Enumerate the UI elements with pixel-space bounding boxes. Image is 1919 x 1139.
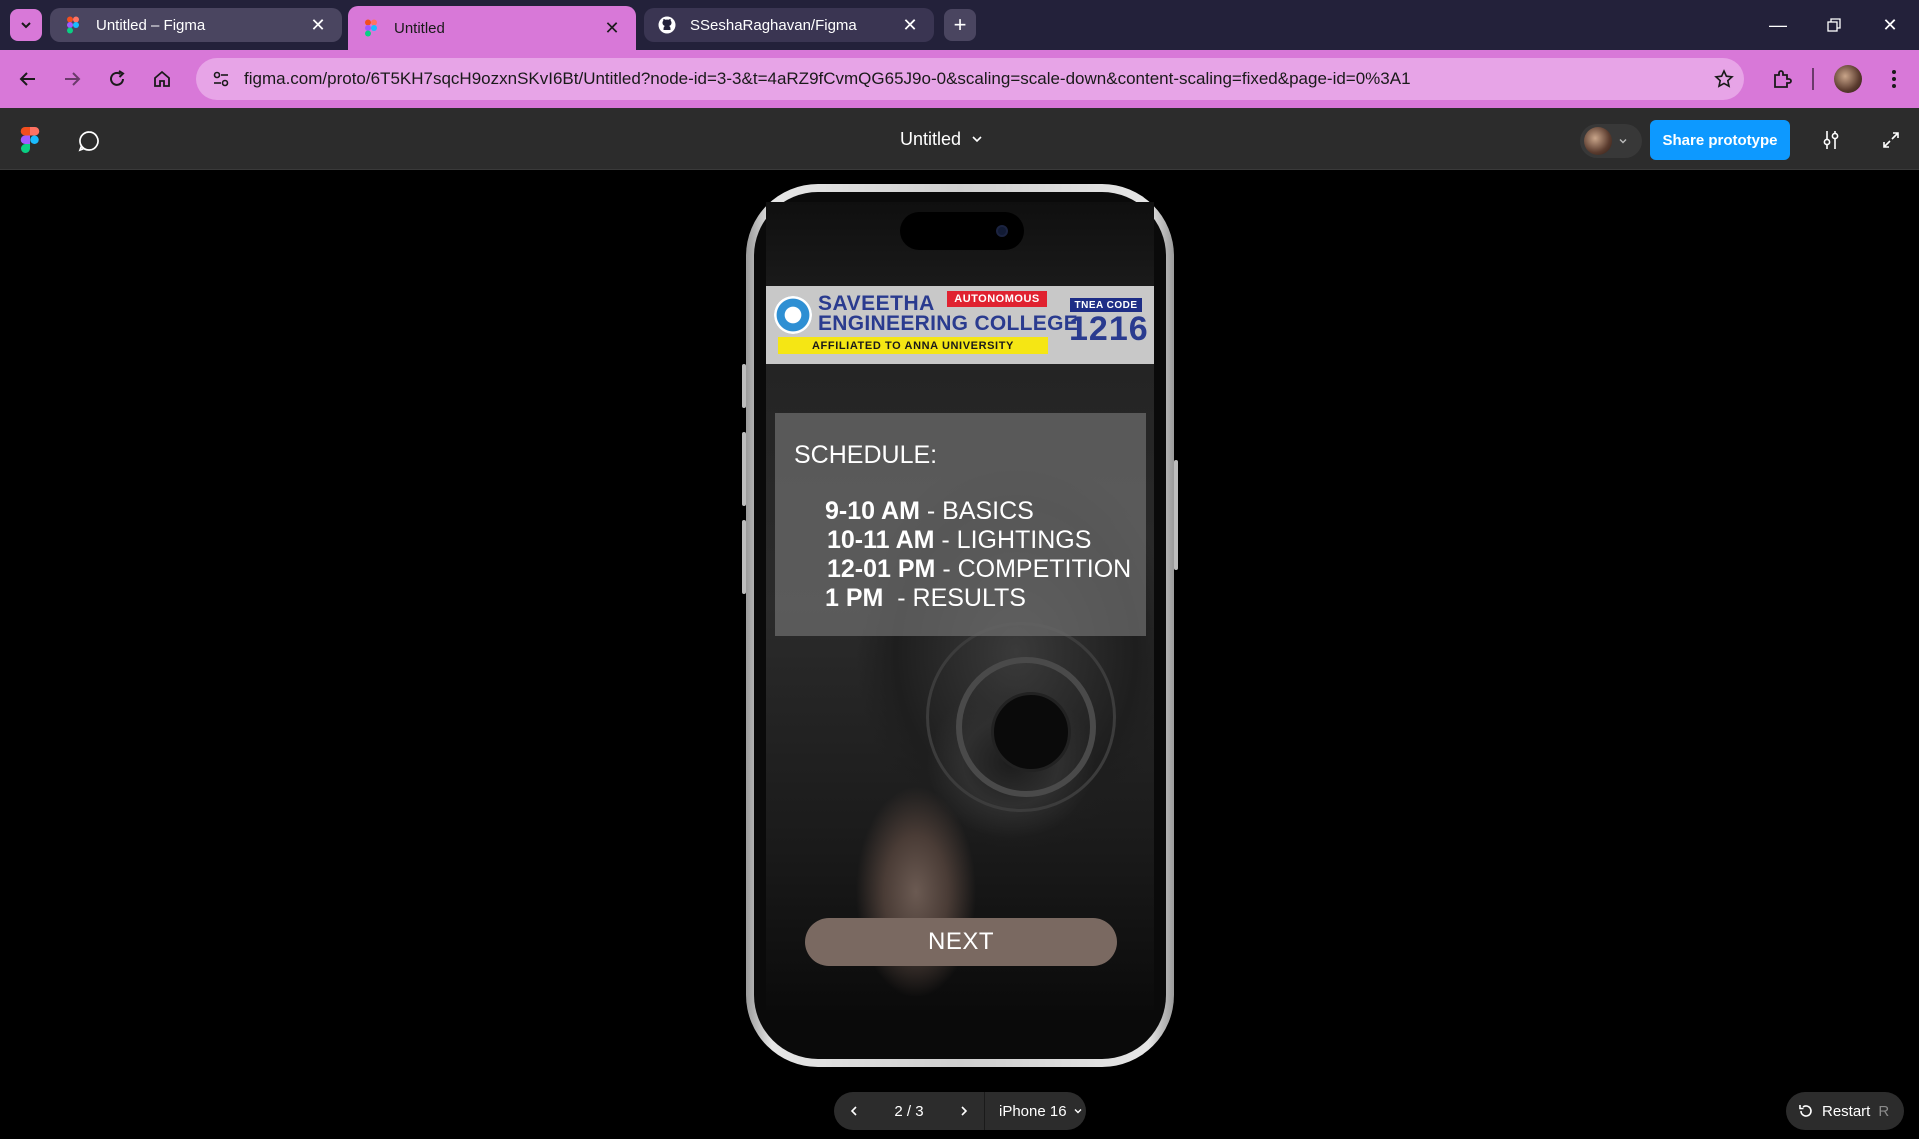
schedule-item: 1 PM - RESULTS — [825, 584, 1026, 613]
user-avatar — [1584, 127, 1612, 155]
user-menu[interactable] — [1580, 124, 1642, 158]
restart-label: Restart — [1822, 1102, 1871, 1120]
browser-menu-button[interactable] — [1878, 63, 1910, 95]
back-button[interactable] — [12, 63, 44, 95]
new-tab-button[interactable]: + — [944, 9, 976, 41]
schedule-activity: - LIGHTINGS — [934, 526, 1092, 554]
schedule-panel: SCHEDULE: 9-10 AM - BASICS 10-11 AM - LI… — [775, 413, 1146, 636]
phone-action-button — [742, 364, 746, 408]
address-bar[interactable]: figma.com/proto/6T5KH7sqcH9ozxnSKvI6Bt/U… — [196, 58, 1744, 100]
expand-icon — [1883, 132, 1899, 148]
college-banner: SAVEETHA AUTONOMOUS ENGINEERING COLLEGE … — [766, 286, 1154, 364]
restart-icon — [1799, 1105, 1812, 1117]
figma-logo-icon[interactable] — [20, 127, 40, 153]
share-prototype-button[interactable]: Share prototype — [1650, 120, 1790, 160]
comment-icon — [78, 131, 99, 152]
browser-tab-github[interactable]: SSeshaRaghavan/Figma ✕ — [644, 8, 934, 42]
schedule-activity: - COMPETITION — [935, 555, 1132, 583]
comment-button[interactable] — [74, 126, 104, 156]
minimize-icon[interactable]: — — [1750, 0, 1806, 50]
figma-icon — [365, 19, 377, 37]
url-text[interactable]: figma.com/proto/6T5KH7sqcH9ozxnSKvI6Bt/U… — [244, 69, 1704, 89]
site-info-icon[interactable] — [202, 58, 240, 100]
tab-title: Untitled – Figma — [96, 16, 206, 34]
schedule-activity: - BASICS — [919, 497, 1034, 525]
autonomous-badge: AUTONOMOUS — [947, 291, 1047, 307]
extensions-button[interactable] — [1766, 63, 1798, 95]
forward-button[interactable] — [56, 63, 88, 95]
browser-tab-prototype[interactable]: Untitled ✕ — [348, 6, 636, 50]
tnea-code: 1216 — [1069, 310, 1149, 348]
restart-button[interactable]: Restart R — [1786, 1092, 1904, 1130]
figma-prototype-toolbar: Untitled Share prototype — [0, 108, 1919, 170]
github-icon — [658, 16, 676, 34]
file-title-menu[interactable]: Untitled — [900, 126, 983, 152]
next-frame-button[interactable] — [944, 1092, 984, 1130]
lens-shape — [991, 692, 1071, 772]
phone-volume-up — [742, 432, 746, 506]
schedule-time: 1 PM — [825, 584, 884, 612]
schedule-title: SCHEDULE: — [794, 441, 938, 469]
dynamic-island — [900, 212, 1024, 250]
prototype-pager: 2 / 3 iPhone 16 — [834, 1092, 1086, 1130]
chevron-down-icon — [1074, 1109, 1082, 1114]
schedule-time: 10-11 AM — [827, 526, 935, 554]
affiliation-strip: AFFILIATED TO ANNA UNIVERSITY — [778, 337, 1048, 354]
college-seal-icon — [774, 296, 812, 334]
schedule-time: 9-10 AM — [825, 497, 920, 525]
previous-frame-button[interactable] — [834, 1092, 874, 1130]
tab-search-button[interactable] — [10, 9, 42, 41]
puzzle-icon — [1774, 70, 1792, 88]
chevron-left-icon — [850, 1106, 857, 1116]
prototype-screen: SAVEETHA AUTONOMOUS ENGINEERING COLLEGE … — [766, 202, 1154, 1010]
browser-tab-figma-editor[interactable]: Untitled – Figma ✕ — [50, 8, 342, 42]
college-name-line2: ENGINEERING COLLEGE — [818, 312, 1079, 335]
arrow-right-icon — [65, 72, 81, 86]
schedule-item: 12-01 PM - COMPETITION — [827, 555, 1131, 584]
restore-window-icon[interactable] — [1806, 0, 1862, 50]
close-tab-icon[interactable]: ✕ — [900, 15, 920, 35]
schedule-time: 12-01 PM — [827, 555, 936, 583]
page-counter: 2 / 3 — [894, 1102, 924, 1120]
chevron-right-icon — [961, 1106, 968, 1116]
front-camera — [996, 225, 1008, 237]
browser-tab-bar: Untitled – Figma ✕ Untitled ✕ SSeshaRagh… — [0, 0, 1919, 50]
next-button[interactable]: NEXT — [805, 918, 1117, 966]
toolbar-divider — [1812, 68, 1814, 90]
close-window-icon[interactable]: ✕ — [1862, 0, 1918, 50]
prototype-settings-button[interactable] — [1816, 125, 1846, 155]
sliders-icon — [1823, 131, 1839, 149]
tab-title: SSeshaRaghavan/Figma — [690, 16, 857, 34]
file-title: Untitled — [900, 128, 962, 149]
figma-icon — [67, 16, 79, 34]
chevron-down-icon — [972, 136, 982, 143]
schedule-item: 10-11 AM - LIGHTINGS — [827, 526, 1091, 555]
tab-title: Untitled — [394, 19, 445, 37]
more-vertical-icon — [1892, 70, 1896, 88]
profile-avatar[interactable] — [1834, 65, 1862, 93]
close-tab-icon[interactable]: ✕ — [308, 15, 328, 35]
home-button[interactable] — [146, 63, 178, 95]
phone-volume-down — [742, 520, 746, 594]
schedule-activity: - RESULTS — [883, 584, 1026, 612]
phone-power-button — [1174, 460, 1178, 570]
device-selector[interactable]: iPhone 16 — [985, 1103, 1083, 1120]
fullscreen-button[interactable] — [1876, 125, 1906, 155]
chevron-down-icon — [21, 22, 31, 29]
reload-icon — [110, 70, 125, 86]
close-tab-icon[interactable]: ✕ — [602, 18, 622, 38]
arrow-left-icon — [19, 72, 35, 86]
device-name: iPhone 16 — [999, 1102, 1067, 1120]
chevron-down-icon — [1619, 139, 1627, 144]
home-icon — [154, 70, 170, 87]
restart-shortcut: R — [1878, 1102, 1890, 1120]
schedule-item: 9-10 AM - BASICS — [825, 497, 1034, 526]
bookmark-star-icon[interactable] — [1704, 58, 1744, 100]
reload-button[interactable] — [101, 63, 133, 95]
browser-toolbar: figma.com/proto/6T5KH7sqcH9ozxnSKvI6Bt/U… — [0, 50, 1919, 108]
